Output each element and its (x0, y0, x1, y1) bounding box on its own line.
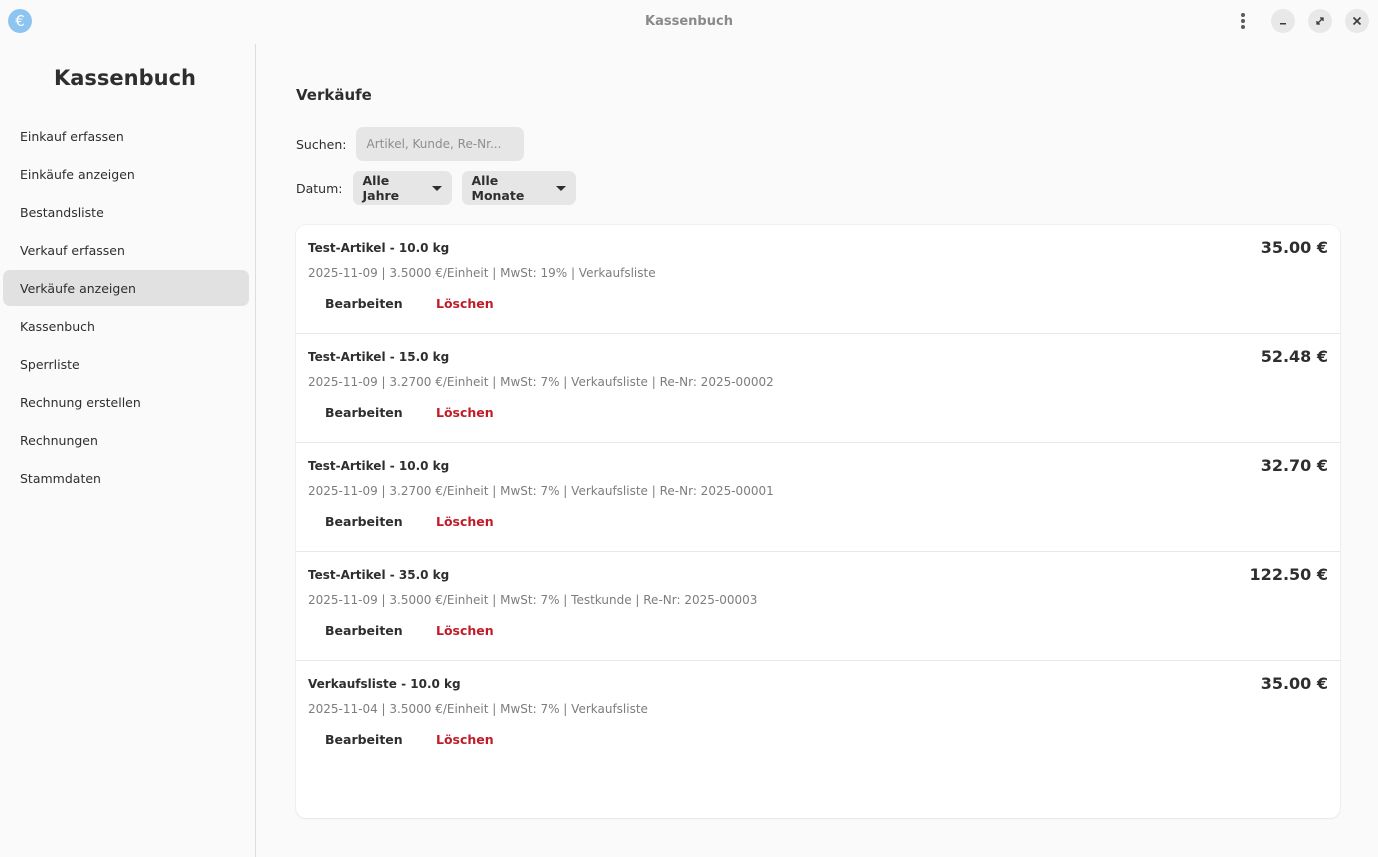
sidebar-item-verkaeufe-anzeigen[interactable]: Verkäufe anzeigen (3, 270, 249, 306)
edit-button[interactable]: Bearbeiten (325, 724, 403, 754)
sale-amount: 122.50 € (1249, 565, 1328, 584)
euro-icon: € (8, 9, 32, 33)
search-label: Suchen: (296, 136, 347, 152)
edit-button[interactable]: Bearbeiten (325, 615, 403, 645)
delete-button[interactable]: Löschen (436, 288, 494, 318)
page-title: Verkäufe (296, 86, 372, 104)
delete-button[interactable]: Löschen (436, 615, 494, 645)
sale-amount: 35.00 € (1260, 238, 1328, 257)
sidebar-item-rechnungen[interactable]: Rechnungen (3, 422, 249, 458)
sale-details: 2025-11-09 | 3.5000 €/Einheit | MwSt: 7%… (308, 593, 758, 607)
app-window: € Kassenbuch Kassenbuch Einkauf erfassen… (0, 0, 1378, 857)
month-dropdown[interactable]: Alle Monate (461, 171, 576, 205)
list-item: Test-Artikel - 10.0 kg 2025-11-09 | 3.50… (296, 225, 1340, 334)
delete-button[interactable]: Löschen (436, 506, 494, 536)
maximize-icon[interactable] (1308, 9, 1332, 33)
sale-details: 2025-11-09 | 3.5000 €/Einheit | MwSt: 19… (308, 266, 656, 280)
sidebar-item-stammdaten[interactable]: Stammdaten (3, 460, 249, 496)
edit-button[interactable]: Bearbeiten (325, 397, 403, 427)
main-content: Verkäufe Suchen: Datum: Alle Jahre Alle … (256, 44, 1378, 857)
window-title: Kassenbuch (645, 13, 733, 29)
list-item: Test-Artikel - 10.0 kg 2025-11-09 | 3.27… (296, 443, 1340, 552)
list-item: Test-Artikel - 15.0 kg 2025-11-09 | 3.27… (296, 334, 1340, 443)
minimize-icon[interactable] (1271, 9, 1295, 33)
sale-details: 2025-11-09 | 3.2700 €/Einheit | MwSt: 7%… (308, 484, 774, 498)
header-bar: € Kassenbuch (0, 0, 1378, 42)
list-item: Verkaufsliste - 10.0 kg 2025-11-04 | 3.5… (296, 661, 1340, 769)
list-item: Test-Artikel - 35.0 kg 2025-11-09 | 3.50… (296, 552, 1340, 661)
sidebar-nav: Einkauf erfassen Einkäufe anzeigen Besta… (3, 118, 249, 498)
sidebar-item-sperrliste[interactable]: Sperrliste (3, 346, 249, 382)
year-dropdown-value: Alle Jahre (362, 173, 400, 203)
sale-title: Verkaufsliste - 10.0 kg (308, 677, 461, 691)
chevron-down-icon (431, 185, 442, 191)
edit-button[interactable]: Bearbeiten (325, 288, 403, 318)
sale-title: Test-Artikel - 10.0 kg (308, 241, 450, 255)
sale-amount: 32.70 € (1260, 456, 1328, 475)
sale-title: Test-Artikel - 15.0 kg (308, 350, 450, 364)
sale-details: 2025-11-04 | 3.5000 €/Einheit | MwSt: 7%… (308, 702, 648, 716)
month-dropdown-value: Alle Monate (471, 173, 525, 203)
year-dropdown[interactable]: Alle Jahre (352, 171, 452, 205)
sale-amount: 52.48 € (1260, 347, 1328, 366)
sale-amount: 35.00 € (1260, 674, 1328, 693)
search-input[interactable] (356, 127, 525, 161)
sidebar-item-einkaeufe-anzeigen[interactable]: Einkäufe anzeigen (3, 156, 249, 192)
sale-details: 2025-11-09 | 3.2700 €/Einheit | MwSt: 7%… (308, 375, 774, 389)
date-label: Datum: (296, 180, 343, 196)
sidebar-item-kassenbuch[interactable]: Kassenbuch (3, 308, 249, 344)
chevron-down-icon (555, 185, 566, 191)
sale-title: Test-Artikel - 35.0 kg (308, 568, 450, 582)
edit-button[interactable]: Bearbeiten (325, 506, 403, 536)
close-icon[interactable] (1345, 9, 1369, 33)
sidebar: Kassenbuch Einkauf erfassen Einkäufe anz… (0, 44, 256, 857)
date-filter-row: Datum: Alle Jahre Alle Monate (296, 171, 576, 205)
kebab-menu-icon[interactable] (1231, 9, 1255, 33)
sidebar-item-bestandsliste[interactable]: Bestandsliste (3, 194, 249, 230)
delete-button[interactable]: Löschen (436, 724, 494, 754)
sales-list: Test-Artikel - 10.0 kg 2025-11-09 | 3.50… (296, 225, 1340, 818)
sidebar-item-einkauf-erfassen[interactable]: Einkauf erfassen (3, 118, 249, 154)
sidebar-title: Kassenbuch (53, 66, 197, 90)
delete-button[interactable]: Löschen (436, 397, 494, 427)
search-row: Suchen: (296, 127, 525, 161)
sale-title: Test-Artikel - 10.0 kg (308, 459, 450, 473)
sidebar-item-verkauf-erfassen[interactable]: Verkauf erfassen (3, 232, 249, 268)
sidebar-item-rechnung-erstellen[interactable]: Rechnung erstellen (3, 384, 249, 420)
